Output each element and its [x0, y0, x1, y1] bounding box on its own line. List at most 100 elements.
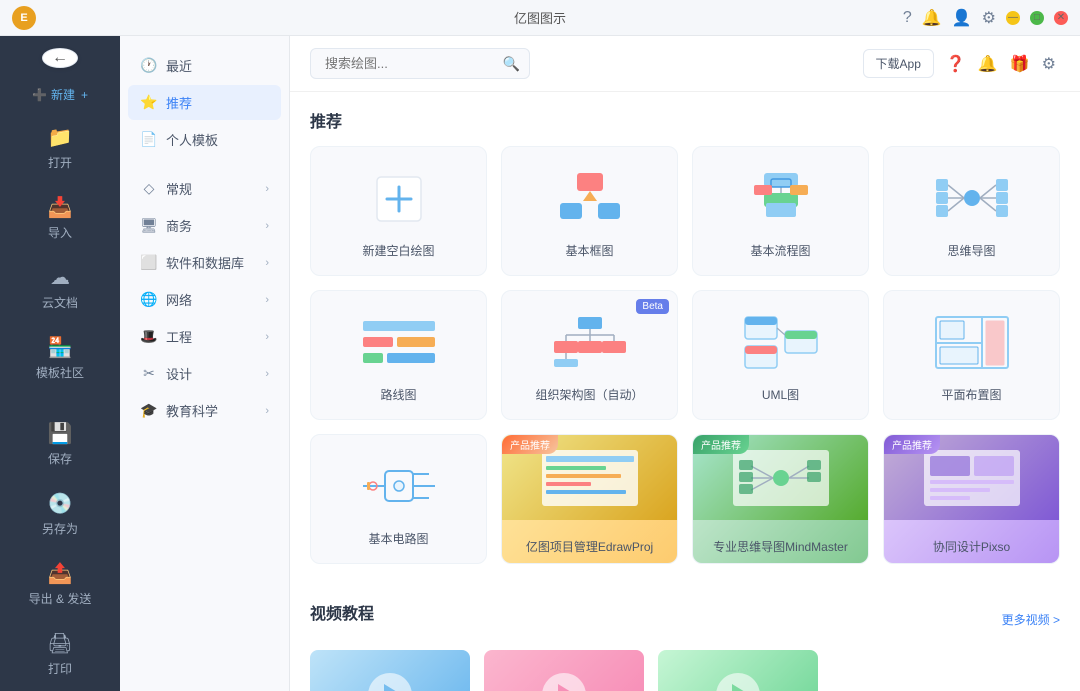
saveas-icon: 💿: [48, 491, 73, 516]
video-header: 视频教程 更多视频 >: [310, 600, 1060, 638]
question-icon[interactable]: ?: [903, 9, 912, 27]
template-card-new-blank[interactable]: 新建空白绘图: [310, 146, 487, 276]
sidebar-item-import[interactable]: 📥 导入: [8, 185, 112, 251]
uml-label: UML图: [762, 386, 799, 403]
settings-icon[interactable]: ⚙: [982, 8, 996, 28]
sidebar-item-save[interactable]: 💾 保存: [8, 411, 112, 477]
nav-item-network[interactable]: 🌐 网络 ›: [128, 282, 281, 317]
sidebar-item-new[interactable]: ➕ 新建 +: [8, 78, 112, 111]
education-label: 教育科学: [166, 401, 257, 420]
nav-item-personal[interactable]: 📄 个人模板: [128, 122, 281, 157]
export-label: 导出 & 发送: [29, 590, 92, 607]
titlebar-left: E: [12, 6, 36, 30]
gift-icon[interactable]: 🎁: [1010, 54, 1030, 74]
uml-icon: [709, 307, 852, 378]
mindmap-label: 思维导图: [947, 242, 995, 259]
new-blank-label: 新建空白绘图: [362, 242, 434, 259]
gear-icon[interactable]: ⚙: [1042, 54, 1056, 74]
recommend-section: 推荐 新建空白绘图: [290, 92, 1080, 600]
org-chart-label: 组织架构图（自动）: [535, 386, 643, 403]
templates-icon: 🏪: [48, 335, 73, 360]
video-card-1[interactable]: 马上收录导航: [310, 650, 470, 691]
template-card-uml[interactable]: UML图: [692, 290, 869, 420]
video-card-2[interactable]: [484, 650, 644, 691]
edrawproj-label: 亿图项目管理EdrawProj: [522, 530, 657, 563]
circuit-icon: [327, 451, 470, 522]
new-label: 新建: [51, 86, 75, 103]
sidebar-nav: 🕐 最近 ⭐ 推荐 📄 个人模板 ◇ 常规 › 🖥 商务 › ⬜ 软件和数据库 …: [120, 36, 290, 691]
search-icon: 🔍: [503, 55, 520, 72]
search-input[interactable]: [310, 48, 530, 79]
sidebar-item-cloud[interactable]: ☁ 云文档: [8, 255, 112, 321]
maximize-button[interactable]: □: [1030, 11, 1044, 25]
back-button[interactable]: ←: [42, 48, 78, 68]
download-app-button[interactable]: 下载App: [863, 49, 934, 78]
nav-item-software-db[interactable]: ⬜ 软件和数据库 ›: [128, 245, 281, 280]
sidebar-item-export[interactable]: 📤 导出 & 发送: [8, 551, 112, 617]
export-icon: 📤: [48, 561, 73, 586]
product-badge-mindmaster: 产品推荐: [693, 435, 749, 454]
product-badge-edrawproj: 产品推荐: [502, 435, 558, 454]
template-card-circuit[interactable]: 基本电路图: [310, 434, 487, 564]
sidebar-item-saveas[interactable]: 💿 另存为: [8, 481, 112, 547]
sidebar-item-templates[interactable]: 🏪 模板社区: [8, 325, 112, 391]
network-icon: 🌐: [140, 291, 158, 308]
template-card-basic-flow[interactable]: 基本流程图: [692, 146, 869, 276]
template-card-basic-frame[interactable]: 基本框图: [501, 146, 678, 276]
personal-icon: 📄: [140, 131, 158, 148]
roadmap-icon: [327, 307, 470, 378]
nav-item-recent[interactable]: 🕐 最近: [128, 48, 281, 83]
nav-item-business[interactable]: 🖥 商务 ›: [128, 208, 281, 243]
bell-icon[interactable]: 🔔: [978, 54, 998, 74]
design-icon: ✂: [140, 365, 158, 382]
import-label: 导入: [48, 224, 72, 241]
nav-item-engineering[interactable]: 🎩 工程 ›: [128, 319, 281, 354]
cloud-label: 云文档: [42, 294, 78, 311]
close-button[interactable]: ✕: [1054, 11, 1068, 25]
template-card-mindmap[interactable]: 思维导图: [883, 146, 1060, 276]
template-card-org-chart[interactable]: Beta: [501, 290, 678, 420]
video-grid: 马上收录导航: [310, 650, 1060, 691]
recent-label: 最近: [166, 56, 269, 75]
template-card-pixso[interactable]: 产品推荐 协同设计Pixso: [883, 434, 1060, 564]
nav-item-education[interactable]: 🎓 教育科学 ›: [128, 393, 281, 428]
engineering-icon: 🎩: [140, 328, 158, 345]
template-card-mindmaster[interactable]: 产品推荐: [692, 434, 869, 564]
design-chevron: ›: [265, 368, 269, 380]
search-toolbar: 🔍 下载App ❓ 🔔 🎁 ⚙: [290, 36, 1080, 92]
general-label: 常规: [166, 179, 257, 198]
user-icon[interactable]: 👤: [952, 8, 972, 28]
recommend-label: 推荐: [166, 93, 269, 112]
new-blank-icon: [327, 163, 470, 234]
layout-label: 平面布置图: [941, 386, 1001, 403]
template-card-edrawproj[interactable]: 产品推荐 亿图项目管理EdrawProj: [501, 434, 678, 564]
help-circle-icon[interactable]: ❓: [946, 54, 966, 74]
template-card-roadmap[interactable]: 路线图: [310, 290, 487, 420]
notification-icon[interactable]: 🔔: [922, 8, 942, 28]
basic-flow-label: 基本流程图: [750, 242, 810, 259]
nav-item-general[interactable]: ◇ 常规 ›: [128, 171, 281, 206]
education-chevron: ›: [265, 405, 269, 417]
nav-item-recommend[interactable]: ⭐ 推荐: [128, 85, 281, 120]
business-chevron: ›: [265, 220, 269, 232]
beta-badge: Beta: [636, 299, 669, 314]
sidebar-item-print[interactable]: 🖨 打印: [8, 621, 112, 687]
pixso-label: 协同设计Pixso: [929, 530, 1014, 563]
plus-icon: ➕: [32, 88, 47, 102]
main-content: 🔍 下载App ❓ 🔔 🎁 ⚙ 推荐: [290, 36, 1080, 691]
titlebar-right: ? 🔔 👤 ⚙ — □ ✕: [903, 8, 1068, 28]
minimize-button[interactable]: —: [1006, 11, 1020, 25]
more-videos-link[interactable]: 更多视频 >: [1002, 611, 1060, 628]
video-card-3[interactable]: [658, 650, 818, 691]
software-db-chevron: ›: [265, 257, 269, 269]
user-avatar[interactable]: E: [12, 6, 36, 30]
nav-item-design[interactable]: ✂ 设计 ›: [128, 356, 281, 391]
circuit-label: 基本电路图: [368, 530, 428, 547]
sidebar-item-open[interactable]: 📁 打开: [8, 115, 112, 181]
template-card-layout[interactable]: 平面布置图: [883, 290, 1060, 420]
general-icon: ◇: [140, 180, 158, 197]
recent-icon: 🕐: [140, 57, 158, 74]
personal-label: 个人模板: [166, 130, 269, 149]
print-label: 打印: [48, 660, 72, 677]
engineering-label: 工程: [166, 327, 257, 346]
